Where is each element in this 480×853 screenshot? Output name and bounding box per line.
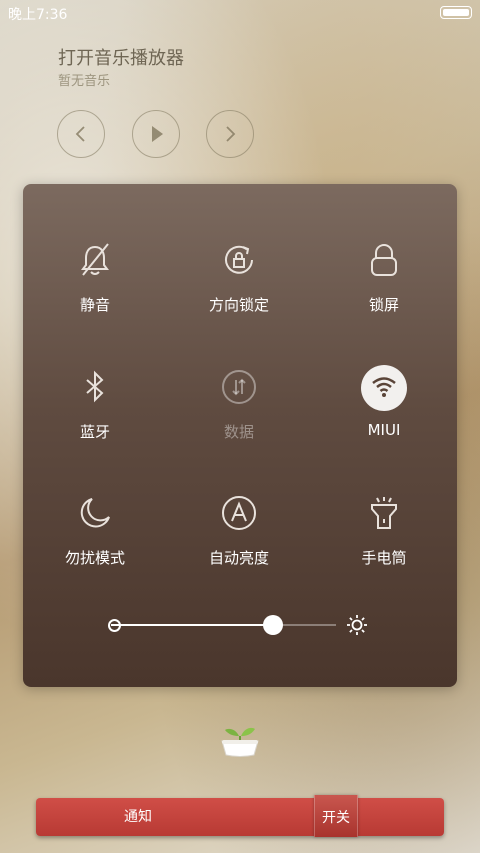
rotation-lock-icon xyxy=(225,245,253,274)
tab-switches-label: 开关 xyxy=(322,810,350,826)
play-button[interactable] xyxy=(132,110,180,158)
brightness-slider-thumb[interactable] xyxy=(263,615,283,635)
wifi-icon xyxy=(372,377,396,397)
moon-icon xyxy=(80,498,110,528)
tab-notifications[interactable]: 通知 xyxy=(124,806,152,826)
toggle-silent[interactable]: 静音 xyxy=(35,242,155,342)
tab-switches[interactable]: 开关 xyxy=(314,795,358,837)
toggle-lock-screen-label: 锁屏 xyxy=(368,296,399,314)
quick-settings-panel: 静音 方向锁定 锁屏 蓝牙 数据 MIUI 勿扰模式 自动亮度 手电筒 xyxy=(23,184,457,687)
toggle-rotation-lock[interactable]: 方向锁定 xyxy=(179,242,299,342)
bluetooth-icon xyxy=(86,370,104,403)
bottom-tab-bar xyxy=(36,798,444,836)
toggle-bluetooth[interactable]: 蓝牙 xyxy=(35,369,155,469)
toggle-wifi-label: MIUI xyxy=(367,421,401,439)
toggle-mobile-data-label: 数据 xyxy=(223,423,254,441)
next-icon xyxy=(226,126,236,142)
lock-icon xyxy=(371,244,397,276)
music-player-subtitle: 暂无音乐 xyxy=(58,74,111,89)
toggle-silent-label: 静音 xyxy=(79,296,110,314)
previous-icon xyxy=(75,126,85,142)
toggle-flashlight-label: 手电筒 xyxy=(361,549,407,567)
flashlight-icon xyxy=(371,497,397,529)
status-time: 晚上7:36 xyxy=(8,7,68,23)
toggle-flashlight[interactable]: 手电筒 xyxy=(324,495,444,595)
play-icon xyxy=(152,126,163,142)
previous-button[interactable] xyxy=(57,110,105,158)
plant-icon xyxy=(221,727,259,757)
battery-icon xyxy=(440,6,472,19)
toggle-wifi[interactable]: MIUI xyxy=(324,365,444,469)
toggle-do-not-disturb-label: 勿扰模式 xyxy=(64,549,125,567)
toggle-auto-brightness[interactable]: 自动亮度 xyxy=(179,495,299,595)
auto-brightness-icon xyxy=(222,496,256,530)
toggle-bluetooth-label: 蓝牙 xyxy=(79,423,110,441)
toggle-do-not-disturb[interactable]: 勿扰模式 xyxy=(35,495,155,595)
next-button[interactable] xyxy=(206,110,254,158)
music-player-title[interactable]: 打开音乐播放器 xyxy=(58,44,184,70)
mobile-data-icon xyxy=(222,370,256,404)
toggle-lock-screen[interactable]: 锁屏 xyxy=(324,242,444,342)
bell-off-icon xyxy=(81,243,109,276)
toggle-auto-brightness-label: 自动亮度 xyxy=(208,549,269,567)
brightness-slider-fill xyxy=(111,624,273,626)
toggle-rotation-lock-label: 方向锁定 xyxy=(208,296,269,314)
toggle-mobile-data[interactable]: 数据 xyxy=(179,369,299,469)
brightness-high-icon xyxy=(347,615,367,635)
